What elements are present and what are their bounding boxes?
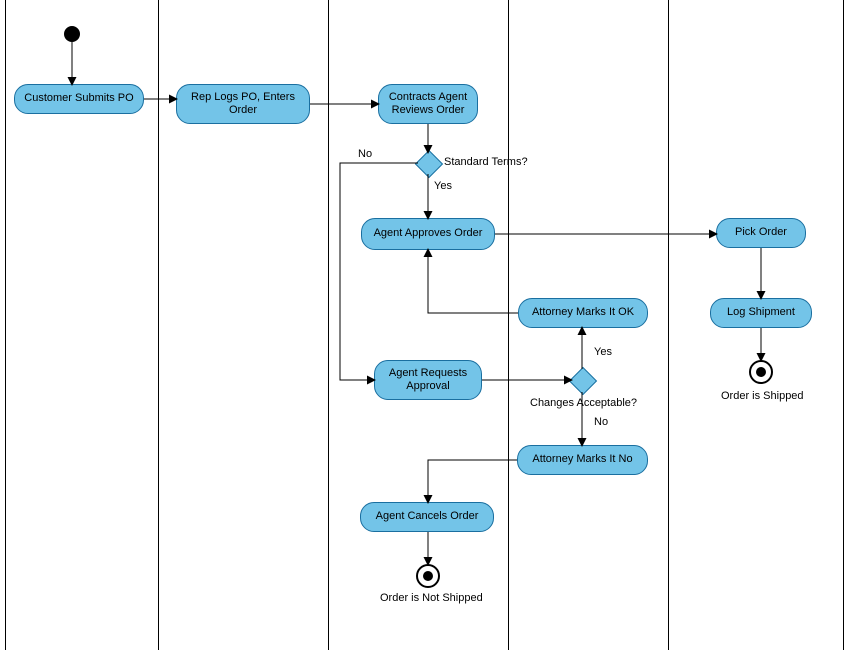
activity-rep-logs: Rep Logs PO, Enters Order — [176, 84, 310, 124]
decision-changes-acceptable — [569, 367, 597, 395]
start-node — [64, 26, 80, 42]
activity-customer-submits: Customer Submits PO — [14, 84, 144, 114]
guard-no: No — [594, 416, 608, 428]
lane-border — [508, 0, 509, 650]
activity-agent-approves: Agent Approves Order — [361, 218, 495, 250]
activity-log-shipment: Log Shipment — [710, 298, 812, 328]
lane-border — [668, 0, 669, 650]
lane-border — [5, 0, 6, 650]
activity-attorney-ok: Attorney Marks It OK — [518, 298, 648, 328]
activity-attorney-no: Attorney Marks It No — [517, 445, 648, 475]
activity-agent-reviews: Contracts Agent Reviews Order — [378, 84, 478, 124]
guard-no: No — [358, 148, 372, 160]
decision-standard-terms — [415, 150, 443, 178]
final-label: Order is Not Shipped — [380, 592, 483, 604]
final-label: Order is Shipped — [721, 390, 804, 402]
decision-label: Standard Terms? — [444, 156, 528, 168]
activity-agent-requests: Agent Requests Approval — [374, 360, 482, 400]
decision-label: Changes Acceptable? — [530, 397, 637, 409]
lane-border — [843, 0, 844, 650]
end-node-shipped — [749, 360, 773, 384]
guard-yes: Yes — [594, 346, 612, 358]
guard-yes: Yes — [434, 180, 452, 192]
end-node-not-shipped — [416, 564, 440, 588]
activity-agent-cancels: Agent Cancels Order — [360, 502, 494, 532]
activity-pick-order: Pick Order — [716, 218, 806, 248]
lane-border — [158, 0, 159, 650]
lane-border — [328, 0, 329, 650]
